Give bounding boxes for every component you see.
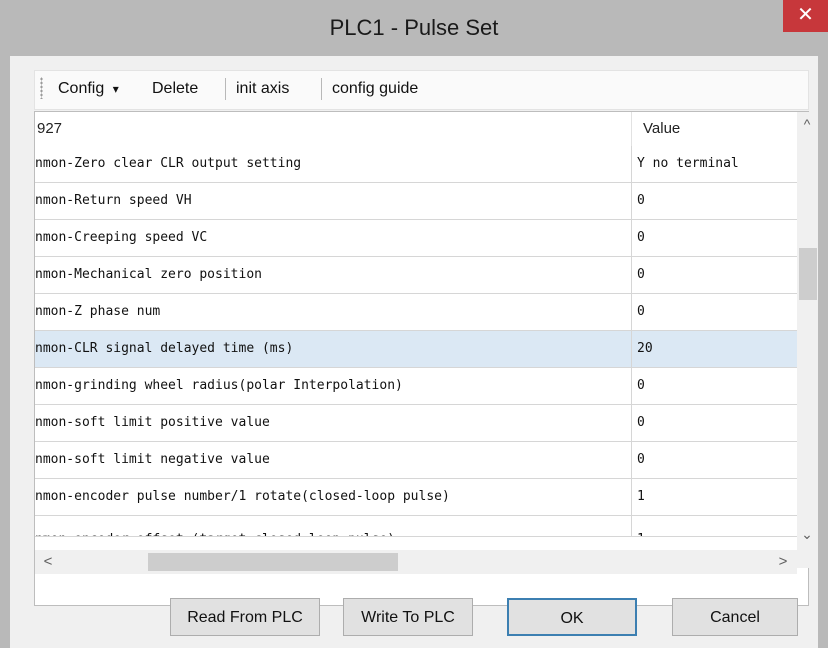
parameter-name[interactable]: nmon-soft limit negative value (35, 442, 631, 478)
toolbar (34, 70, 809, 110)
header-value-column[interactable]: Value (643, 112, 680, 146)
parameter-name[interactable]: nmon-Return speed VH (35, 183, 631, 219)
scroll-left-icon[interactable]: < (38, 553, 58, 571)
cell-divider (631, 368, 632, 404)
cancel-button[interactable]: Cancel (672, 598, 798, 636)
table-row[interactable]: nmon-Z phase num 0 (35, 294, 799, 331)
init-axis-button[interactable]: init axis (236, 76, 289, 102)
parameter-name[interactable]: nmon-Mechanical zero position (35, 257, 631, 293)
scroll-up-icon[interactable]: ^ (797, 116, 817, 136)
parameter-name[interactable]: nmon-CLR signal delayed time (ms) (35, 331, 631, 367)
horizontal-scroll-thumb[interactable] (148, 553, 398, 571)
parameter-name[interactable]: nmon-Zero clear CLR output setting (35, 146, 631, 182)
window-frame-right (818, 0, 828, 648)
cell-divider (631, 479, 632, 515)
parameter-name[interactable]: nmon-soft limit positive value (35, 405, 631, 441)
window-title: PLC1 - Pulse Set (329, 15, 499, 40)
config-guide-button[interactable]: config guide (332, 76, 418, 102)
parameter-name[interactable]: nmon-grinding wheel radius(polar Interpo… (35, 368, 631, 404)
toolbar-separator (225, 78, 226, 100)
table-row[interactable]: nmon-Zero clear CLR output setting Y no … (35, 146, 799, 183)
table-row[interactable]: nmon-encoder offset (target closed-loop … (35, 516, 799, 537)
parameter-value[interactable]: 0 (633, 368, 801, 404)
parameter-value[interactable]: 0 (633, 442, 801, 478)
cell-divider (631, 442, 632, 478)
vertical-scrollbar[interactable] (797, 112, 817, 568)
table-row[interactable]: nmon-grinding wheel radius(polar Interpo… (35, 368, 799, 405)
parameter-value[interactable]: 0 (633, 405, 801, 441)
parameter-grid: 927 Value nmon-Zero clear CLR output set… (34, 111, 809, 606)
window-frame-left (0, 0, 10, 648)
parameter-value[interactable]: 0 (633, 183, 801, 219)
vertical-scroll-thumb[interactable] (799, 248, 817, 300)
table-row[interactable]: nmon-soft limit negative value 0 (35, 442, 799, 479)
cell-divider (631, 405, 632, 441)
parameter-name[interactable]: nmon-Z phase num (35, 294, 631, 330)
cell-divider (631, 294, 632, 330)
parameter-name[interactable]: nmon-encoder offset (target closed-loop … (35, 522, 631, 536)
config-label: Config (58, 80, 105, 97)
table-row[interactable]: nmon-Mechanical zero position 0 (35, 257, 799, 294)
read-from-plc-button[interactable]: Read From PLC (170, 598, 320, 636)
cell-divider (631, 331, 632, 367)
parameter-value[interactable]: 1 (633, 522, 799, 536)
column-divider[interactable] (631, 112, 632, 146)
scroll-down-icon[interactable]: ⌄ (797, 526, 817, 546)
table-row-selected[interactable]: nmon-CLR signal delayed time (ms) 20 (35, 331, 799, 368)
delete-button[interactable]: Delete (152, 76, 198, 102)
parameter-name[interactable]: nmon-encoder pulse number/1 rotate(close… (35, 479, 631, 515)
cell-divider (631, 146, 632, 182)
header-name-column[interactable]: 927 (37, 112, 62, 146)
parameter-value[interactable]: 0 (633, 294, 801, 330)
toolbar-separator (321, 78, 322, 100)
parameter-value[interactable]: 20 (633, 331, 801, 367)
scroll-right-icon[interactable]: > (773, 553, 793, 571)
cell-divider (631, 257, 632, 293)
table-row[interactable]: nmon-Creeping speed VC 0 (35, 220, 799, 257)
config-dropdown-button[interactable]: Config ▾ (58, 76, 119, 102)
ok-button[interactable]: OK (507, 598, 637, 636)
parameter-name[interactable]: nmon-Creeping speed VC (35, 220, 631, 256)
cell-divider (631, 220, 632, 256)
table-row[interactable]: nmon-Return speed VH 0 (35, 183, 799, 220)
parameter-value[interactable]: Y no terminal (633, 146, 801, 182)
parameter-value[interactable]: 1 (633, 479, 801, 515)
close-button[interactable]: ✕ (783, 0, 828, 32)
cell-divider (631, 183, 632, 219)
parameter-value[interactable]: 0 (633, 220, 801, 256)
write-to-plc-button[interactable]: Write To PLC (343, 598, 473, 636)
parameter-value[interactable]: 0 (633, 257, 801, 293)
table-row[interactable]: nmon-soft limit positive value 0 (35, 405, 799, 442)
chevron-down-icon: ▾ (112, 82, 119, 96)
table-row[interactable]: nmon-encoder pulse number/1 rotate(close… (35, 479, 799, 516)
grid-header: 927 Value (35, 112, 799, 147)
cell-divider (631, 516, 632, 536)
toolbar-grip-icon[interactable] (40, 77, 43, 99)
